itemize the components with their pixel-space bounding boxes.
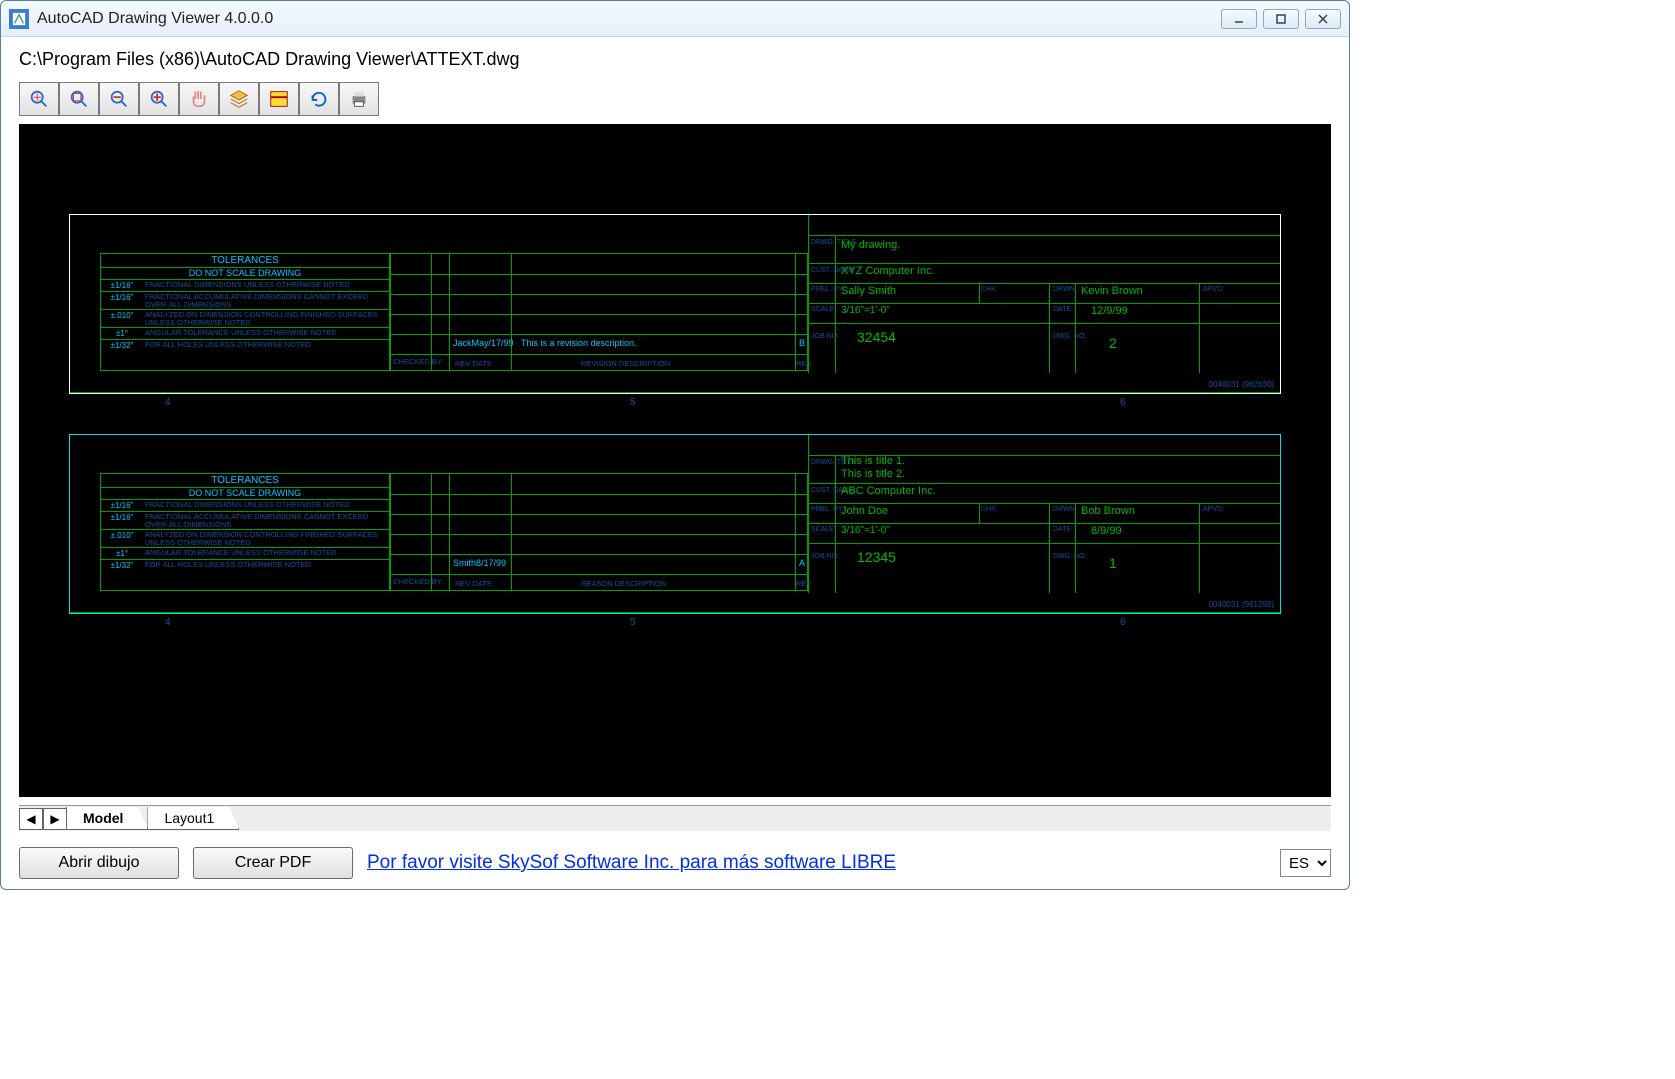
open-drawing-button[interactable]: Abrir dibujo <box>19 847 179 879</box>
refresh-button[interactable] <box>299 82 339 116</box>
minimize-button[interactable] <box>1221 9 1257 29</box>
zoom-out-button[interactable] <box>99 82 139 116</box>
language-select[interactable]: ES <box>1280 849 1331 877</box>
skysof-link[interactable]: Por favor visite SkySof Software Inc. pa… <box>367 852 896 874</box>
drawing-canvas[interactable]: TOLERANCES DO NOT SCALE DRAWING ±1/16"FR… <box>19 124 1331 797</box>
app-icon <box>9 9 29 29</box>
tolerances-box: TOLERANCES DO NOT SCALE DRAWING ±1/16"FR… <box>100 473 390 591</box>
print-button[interactable] <box>339 82 379 116</box>
zoom-extents-button[interactable] <box>19 82 59 116</box>
tab-prev-button[interactable]: ◀ <box>19 808 43 830</box>
revision-box: JackMay/17/99 This is a revision descrip… <box>390 253 808 371</box>
zoom-window-button[interactable] <box>59 82 99 116</box>
revision-box: Smith8/17/99 A CHECKED BY: REV DATE REAS… <box>390 473 808 591</box>
titleblock-fields: DRWG. TITLE: My drawing. CUST. NAME: XYZ… <box>808 215 1280 373</box>
layers-button[interactable] <box>219 82 259 116</box>
window-title: AutoCAD Drawing Viewer 4.0.0.0 <box>37 10 1221 28</box>
create-pdf-button[interactable]: Crear PDF <box>193 847 353 879</box>
zoom-in-button[interactable] <box>139 82 179 116</box>
close-button[interactable] <box>1305 9 1341 29</box>
titlebar: AutoCAD Drawing Viewer 4.0.0.0 <box>1 1 1349 37</box>
layout-button[interactable] <box>259 82 299 116</box>
tab-layout1[interactable]: Layout1 <box>147 807 239 830</box>
tab-model[interactable]: Model <box>66 807 148 830</box>
tolerances-box: TOLERANCES DO NOT SCALE DRAWING ±1/16"FR… <box>100 253 390 371</box>
toolbar <box>19 82 1331 116</box>
file-path: C:\Program Files (x86)\AutoCAD Drawing V… <box>19 49 1331 70</box>
tab-next-button[interactable]: ▶ <box>43 808 67 830</box>
titleblock-fields: DRWG. TITLE: This is title 1. This is ti… <box>808 435 1280 593</box>
titleblock-1: TOLERANCES DO NOT SCALE DRAWING ±1/16"FR… <box>69 214 1281 394</box>
layout-tabs: ◀ ▶ Model Layout1 <box>19 805 1331 831</box>
maximize-button[interactable] <box>1263 9 1299 29</box>
pan-button[interactable] <box>179 82 219 116</box>
titleblock-2: TOLERANCES DO NOT SCALE DRAWING ±1/16"FR… <box>69 434 1281 614</box>
